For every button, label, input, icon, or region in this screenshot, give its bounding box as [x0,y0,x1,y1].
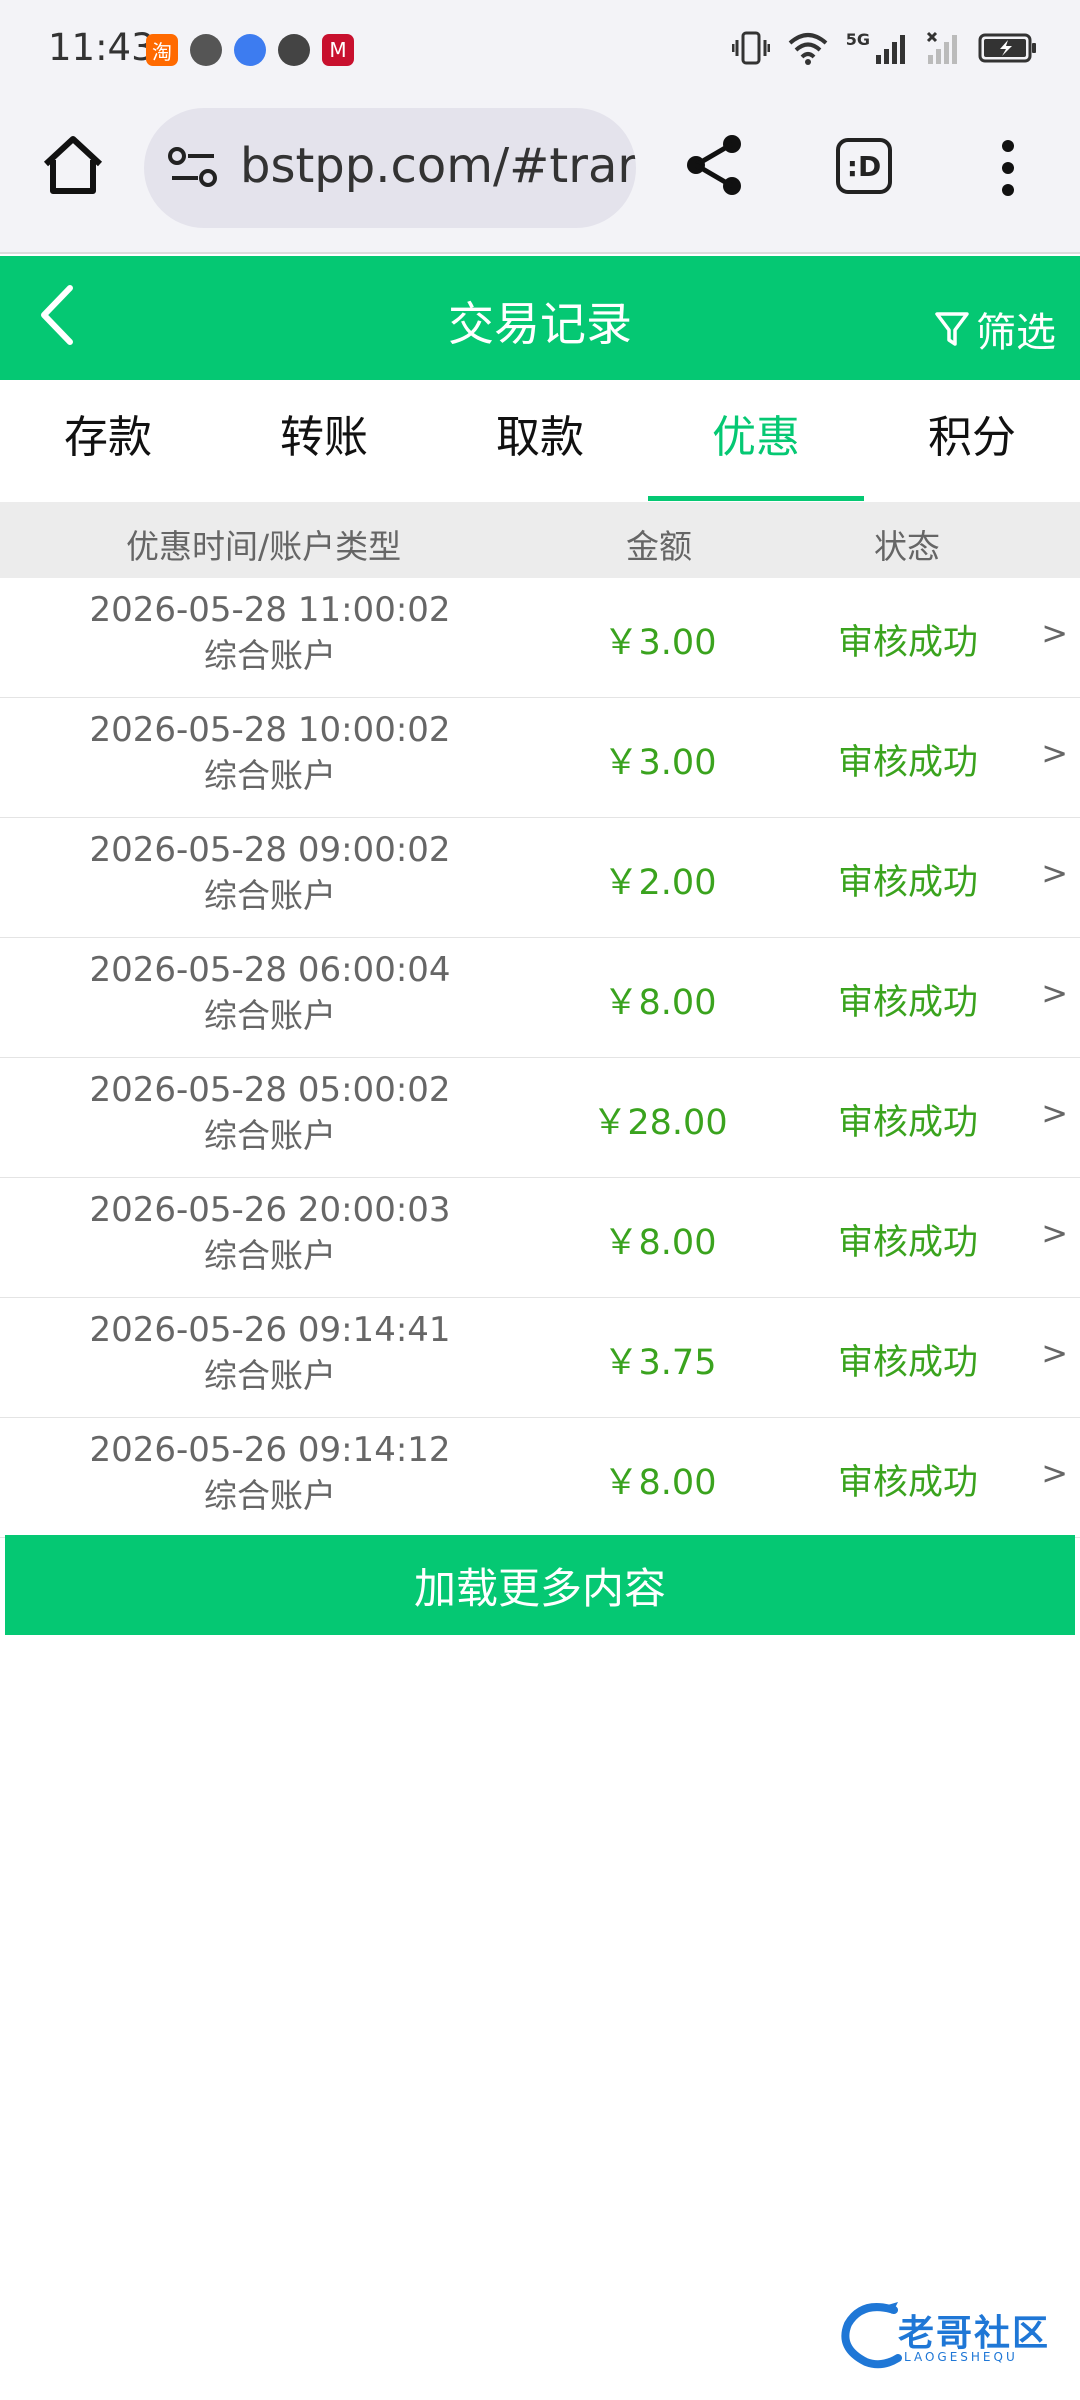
table-row[interactable]: 2026-05-26 20:00:03 综合账户 ￥8.00 审核成功 > [0,1178,1080,1298]
tab-switcher-label: :D [846,149,882,183]
status-indicators: 5G [731,30,1038,66]
row-status: 审核成功 [837,743,978,783]
row-amount: ￥3.75 [603,1343,717,1383]
row-detail-arrow-icon: > [1041,614,1068,652]
home-icon[interactable] [38,130,108,200]
page-header: 交易记录 筛选 [0,256,1080,380]
table-row[interactable]: 2026-05-26 09:14:12 综合账户 ￥8.00 审核成功 > [0,1418,1080,1538]
row-account-type: 综合账户 [204,636,336,675]
browser-icon [234,34,266,66]
row-account-type: 综合账户 [204,996,336,1035]
tab-switcher-button[interactable]: :D [836,138,892,194]
wechat-icon [278,34,310,66]
column-header-time: 优惠时间/账户类型 [126,527,402,566]
row-status: 审核成功 [837,623,978,663]
share-icon[interactable] [680,130,750,200]
column-header-amount: 金额 [626,527,692,566]
row-date: 2026-05-28 10:00:02 [89,710,451,750]
load-more-button[interactable]: 加载更多内容 [5,1535,1075,1635]
message-icon [190,34,222,66]
tab-transfer[interactable]: 转账 [216,380,432,502]
load-more-label: 加载更多内容 [413,1563,666,1613]
more-options-icon[interactable] [996,138,1020,198]
row-amount: ￥8.00 [603,1463,717,1503]
transaction-type-tabs: 存款 转账 取款 优惠 积分 [0,380,1080,502]
table-row[interactable]: 2026-05-28 05:00:02 综合账户 ￥28.00 审核成功 > [0,1058,1080,1178]
taobao-icon: 淘 [146,34,178,66]
row-date: 2026-05-28 06:00:04 [89,950,451,990]
row-account-type: 综合账户 [204,756,336,795]
row-date: 2026-05-26 09:14:41 [89,1310,451,1350]
row-account-type: 综合账户 [204,1476,336,1515]
row-date: 2026-05-26 20:00:03 [89,1190,451,1230]
battery-icon [978,33,1036,63]
row-amount: ￥28.00 [592,1103,728,1143]
row-detail-arrow-icon: > [1041,1334,1068,1372]
row-date: 2026-05-26 09:14:12 [89,1430,451,1470]
signal-no-sim-icon [926,31,957,64]
bank-icon: M [322,34,354,66]
row-detail-arrow-icon: > [1041,1094,1068,1132]
row-amount: ￥3.00 [603,743,717,783]
filter-button[interactable]: 筛选 [934,300,1056,358]
status-bar: 11:43 淘M 5G [0,0,1080,100]
row-status: 审核成功 [837,983,978,1023]
browser-toolbar: bstpp.com/#trar :D [0,100,1080,254]
row-account-type: 综合账户 [204,1116,336,1155]
row-detail-arrow-icon: > [1041,734,1068,772]
row-amount: ￥8.00 [603,1223,717,1263]
table-row[interactable]: 2026-05-28 06:00:04 综合账户 ￥8.00 审核成功 > [0,938,1080,1058]
watermark-subtext: LAOGESHEQU [904,2350,1018,2364]
row-amount: ￥3.00 [603,623,717,663]
watermark-logo: 老哥社区 LAOGESHEQU [832,2296,1068,2376]
active-tab-indicator [648,496,864,501]
network-type-label: 5G [845,30,870,49]
row-account-type: 综合账户 [204,1356,336,1395]
status-time: 11:43 [48,26,155,69]
tab-deposit[interactable]: 存款 [0,380,216,502]
table-header: 优惠时间/账户类型 金额 状态 [0,502,1080,578]
status-app-icons: 淘M [146,34,354,66]
row-detail-arrow-icon: > [1041,854,1068,892]
page-title: 交易记录 [448,297,632,351]
row-detail-arrow-icon: > [1041,974,1068,1012]
vibrate-icon [731,31,770,65]
row-status: 审核成功 [837,1103,978,1143]
tab-points[interactable]: 积分 [864,380,1080,502]
row-date: 2026-05-28 05:00:02 [89,1070,451,1110]
table-row[interactable]: 2026-05-28 11:00:02 综合账户 ￥3.00 审核成功 > [0,578,1080,698]
row-status: 审核成功 [837,1223,978,1263]
table-row[interactable]: 2026-05-28 09:00:02 综合账户 ￥2.00 审核成功 > [0,818,1080,938]
tab-withdraw[interactable]: 取款 [432,380,648,502]
signal-icon [876,35,905,64]
site-settings-icon[interactable] [168,146,218,190]
transaction-list: 2026-05-28 11:00:02 综合账户 ￥3.00 审核成功 >2026-05… [0,578,1080,1538]
row-detail-arrow-icon: > [1041,1214,1068,1252]
row-status: 审核成功 [837,863,978,903]
url-text[interactable]: bstpp.com/#trar [240,138,636,194]
table-row[interactable]: 2026-05-28 10:00:02 综合账户 ￥3.00 审核成功 > [0,698,1080,818]
url-bar[interactable]: bstpp.com/#trar [144,108,636,228]
filter-label: 筛选 [976,310,1056,356]
column-header-status: 状态 [874,527,940,566]
watermark-text: 老哥社区 [898,2313,1051,2354]
row-date: 2026-05-28 09:00:02 [89,830,451,870]
table-row[interactable]: 2026-05-26 09:14:41 综合账户 ￥3.75 审核成功 > [0,1298,1080,1418]
row-amount: ￥2.00 [603,863,717,903]
row-account-type: 综合账户 [204,876,336,915]
row-status: 审核成功 [837,1343,978,1383]
filter-icon [935,312,969,346]
row-amount: ￥8.00 [603,983,717,1023]
row-detail-arrow-icon: > [1041,1454,1068,1492]
row-account-type: 综合账户 [204,1236,336,1275]
wifi-icon [788,33,828,65]
row-status: 审核成功 [837,1463,978,1503]
row-date: 2026-05-28 11:00:02 [89,590,451,630]
tab-promotion[interactable]: 优惠 [648,380,864,502]
